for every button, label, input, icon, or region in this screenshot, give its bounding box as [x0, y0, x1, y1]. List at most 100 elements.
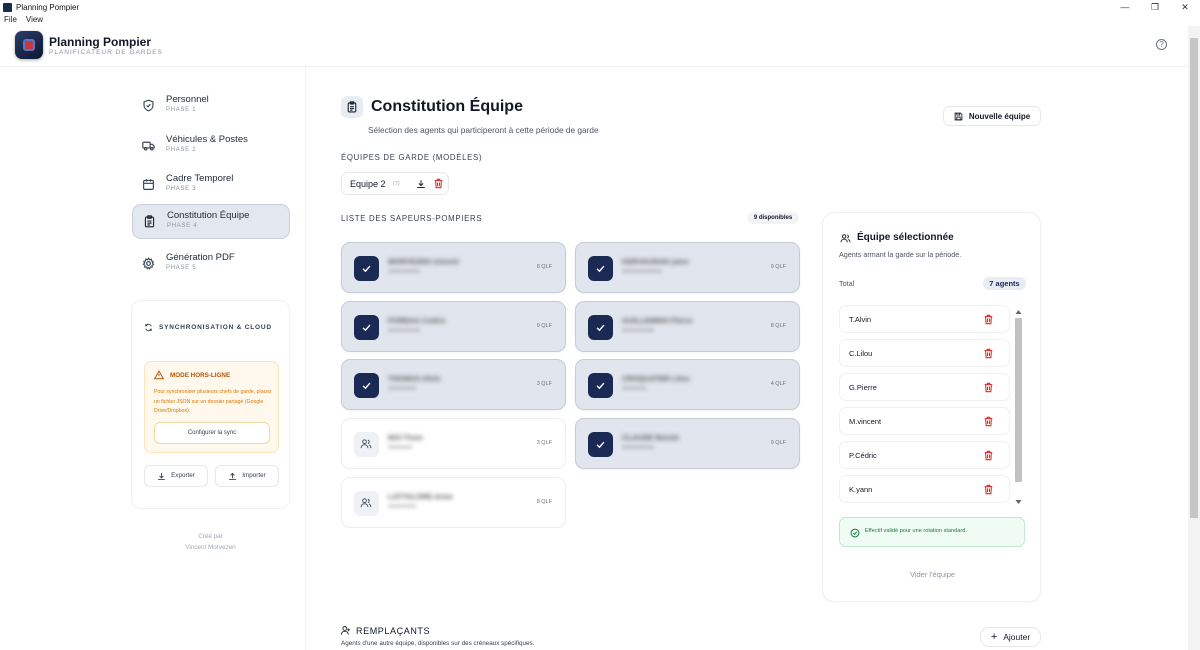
app-window-icon [3, 3, 12, 12]
sidebar-item-vehicules[interactable]: Véhicules & Postes PHASE 2 [132, 129, 290, 163]
sync-card: SYNCHRONISATION & CLOUD MODE HORS-LIGNE … [131, 300, 290, 509]
trash-icon[interactable] [984, 314, 993, 325]
agent-qlf: 3 QLF [536, 381, 552, 387]
sidebar-item-cadre-temporel[interactable]: Cadre Temporel PHASE 3 [132, 168, 290, 202]
agent-detail: SSSSSSSS [388, 269, 421, 275]
check-icon [596, 441, 605, 449]
selected-team-panel: Équipe sélectionnée Agents armant la gar… [822, 212, 1041, 602]
import-button[interactable]: Importer [215, 465, 279, 487]
agent-card[interactable]: MORVEZEN vincent SSSSSSSS 8 QLF [341, 242, 566, 293]
trash-icon[interactable] [434, 178, 443, 189]
agent-card[interactable]: CROQUATER Lilou SSSSSS 4 QLF [575, 359, 800, 410]
agent-detail: SSSSSSS [388, 386, 417, 392]
checkbox-checked[interactable] [588, 432, 613, 457]
checkbox-checked[interactable] [354, 373, 379, 398]
offline-text: Pour synchroniser plusieurs chefs de gar… [154, 389, 272, 414]
agent-detail: SSSSSSSS [388, 328, 421, 334]
menu-file[interactable]: File [4, 15, 17, 26]
close-button[interactable]: ✕ [1170, 0, 1200, 15]
checkbox-checked[interactable] [588, 373, 613, 398]
model-count: (7) [393, 181, 400, 187]
import-label: Importer [242, 472, 266, 479]
add-replacement-button[interactable]: + Ajouter [980, 627, 1041, 647]
agent-qlf: 9 QLF [536, 323, 552, 329]
trash-icon[interactable] [984, 382, 993, 393]
team-member-row: C.Lilou [839, 339, 1010, 367]
agent-card[interactable]: GUILLEMINO Pierre SSSSSSSS 8 QLF [575, 301, 800, 352]
users-icon [360, 498, 372, 508]
model-name: Equipe 2 [350, 179, 386, 189]
trash-icon[interactable] [984, 348, 993, 359]
trash-icon[interactable] [984, 484, 993, 495]
app-logo [15, 31, 43, 59]
window-controls: — ❐ ✕ [1110, 0, 1200, 15]
agent-avatar [354, 432, 379, 457]
agent-qlf: 4 QLF [770, 381, 786, 387]
trash-icon[interactable] [984, 416, 993, 427]
agent-card[interactable]: BOI Tisen SSSSSS 3 QLF [341, 418, 566, 469]
validation-box: Effectif validé pour une rotation standa… [839, 517, 1025, 547]
team-list-scrollbar[interactable] [1014, 309, 1023, 505]
check-icon [596, 265, 605, 273]
team-model-chip[interactable]: Equipe 2 (7) [341, 172, 449, 195]
member-name: G.Pierre [849, 383, 877, 392]
replacements-subtitle: Agents d'une autre équipe, disponibles s… [341, 640, 535, 647]
help-icon[interactable]: ? [1156, 39, 1167, 50]
agent-card[interactable]: POREAU Cedric SSSSSSSS 9 QLF [341, 301, 566, 352]
member-name: T.Alvin [849, 315, 872, 324]
sidebar-item-constitution-equipe[interactable]: Constitution Équipe PHASE 4 [132, 204, 290, 239]
window-titlebar: Planning Pompier — ❐ ✕ [0, 0, 1200, 15]
clipboard-icon [347, 101, 357, 113]
agent-name: GUILLEMINO Pierre [622, 316, 693, 325]
checkbox-checked[interactable] [588, 256, 613, 281]
credit-line-2: Vincent Morvezen [185, 544, 236, 551]
download-icon[interactable] [416, 179, 426, 189]
team-member-row: T.Alvin [839, 305, 1010, 333]
agent-card[interactable]: LATTALORE Anne SSSSSSS 8 QLF [341, 477, 566, 528]
agent-detail: SSSSSSS [388, 504, 417, 510]
checkbox-checked[interactable] [588, 315, 613, 340]
total-badge: 7 agents [983, 277, 1026, 290]
agent-name: LATTALORE Anne [388, 492, 453, 501]
export-button[interactable]: Exporter [144, 465, 208, 487]
checkbox-checked[interactable] [354, 315, 379, 340]
agent-detail: SSSSSSSSSS [622, 269, 663, 275]
app-subtitle: PLANIFICATEUR DE GARDES [49, 49, 163, 56]
sidebar-item-label: Personnel [166, 94, 209, 105]
check-icon [596, 382, 605, 390]
sidebar-item-generation-pdf[interactable]: Génération PDF PHASE 5 [132, 247, 290, 281]
agent-card[interactable]: THOMAS Alvin SSSSSSS 3 QLF [341, 359, 566, 410]
agent-name: BOI Tisen [388, 433, 423, 442]
page-icon-box [341, 96, 363, 118]
checkbox-checked[interactable] [354, 256, 379, 281]
page-subtitle: Sélection des agents qui participeront à… [368, 125, 599, 135]
window-scroll-thumb[interactable] [1190, 38, 1198, 518]
trash-icon[interactable] [984, 450, 993, 461]
agent-name: MORVEZEN vincent [388, 257, 459, 266]
window-title: Planning Pompier [16, 3, 80, 12]
configure-sync-button[interactable]: Configurer la sync [154, 422, 270, 444]
scroll-up-icon[interactable] [1014, 309, 1023, 315]
truck-icon [142, 141, 155, 151]
credit-line-1: Créé par [198, 533, 223, 540]
scroll-thumb[interactable] [1015, 318, 1022, 482]
sidebar-item-phase: PHASE 3 [166, 186, 197, 192]
window-scrollbar[interactable] [1188, 26, 1200, 650]
page-title: Constitution Équipe [371, 98, 523, 115]
upload-icon [229, 472, 237, 480]
sidebar-item-personnel[interactable]: Personnel PHASE 1 [132, 89, 290, 123]
scroll-down-icon[interactable] [1014, 499, 1023, 505]
maximize-button[interactable]: ❐ [1140, 0, 1170, 15]
clear-team-button[interactable]: Vider l'équipe [823, 570, 1042, 579]
minimize-button[interactable]: — [1110, 0, 1140, 15]
app-header: Planning Pompier PLANIFICATEUR DE GARDES… [0, 26, 1188, 67]
agent-name: POREAU Cedric [388, 316, 446, 325]
agent-card[interactable]: KERVAUDAN yann SSSSSSSSSS 9 QLF [575, 242, 800, 293]
agent-card[interactable]: CLAUDE Benoit SSSSSSSS 9 QLF [575, 418, 800, 469]
agent-qlf: 9 QLF [770, 440, 786, 446]
menu-view[interactable]: View [26, 15, 43, 26]
team-subtitle: Agents armant la garde sur la période. [839, 250, 962, 259]
agent-qlf: 3 QLF [536, 440, 552, 446]
agent-name: THOMAS Alvin [388, 374, 441, 383]
new-team-button[interactable]: Nouvelle équipe [943, 106, 1041, 126]
